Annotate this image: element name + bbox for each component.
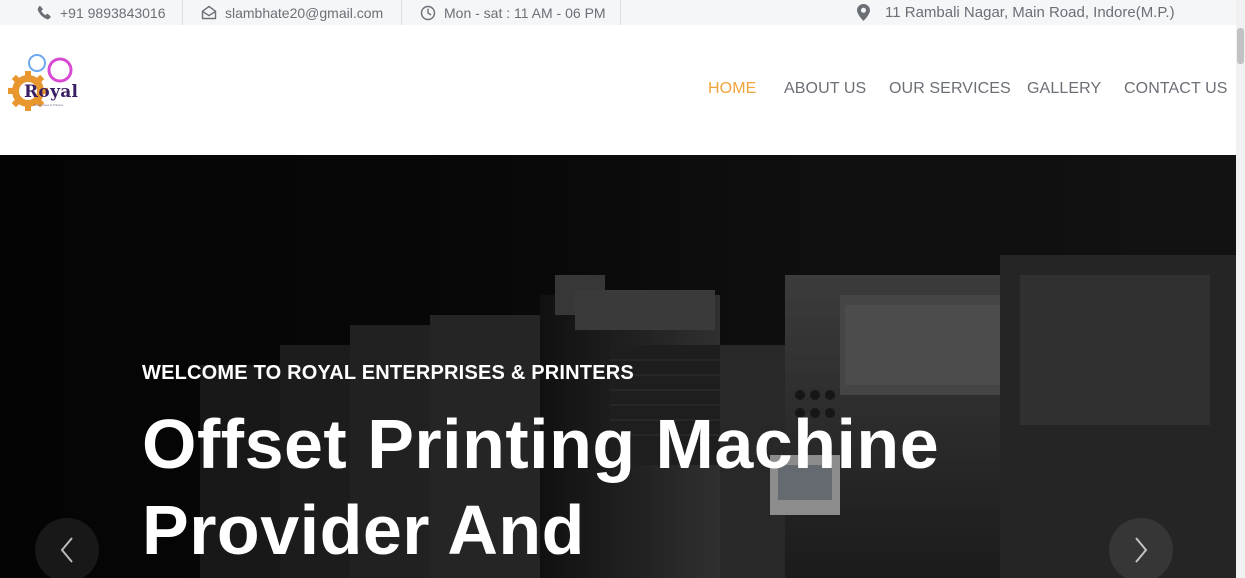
phone-number: +91 9893843016	[60, 4, 166, 21]
phone-contact[interactable]: +91 9893843016	[37, 0, 166, 25]
email-address: slambhate20@gmail.com	[225, 4, 384, 21]
hours-text: Mon - sat : 11 AM - 06 PM	[444, 4, 606, 21]
hero-slider: WELCOME TO ROYAL ENTERPRISES & PRINTERS …	[0, 155, 1236, 578]
nav-our-services[interactable]: OUR SERVICES	[889, 80, 1011, 100]
scrollbar-thumb[interactable]	[1237, 28, 1244, 64]
site-header: Royal Enterprises & Printers HOME ABOUT …	[0, 25, 1236, 155]
email-contact[interactable]: slambhate20@gmail.com	[201, 0, 383, 25]
address-text: 11 Rambali Nagar, Main Road, Indore(M.P.…	[885, 4, 1175, 21]
page-scrollbar[interactable]	[1236, 0, 1245, 578]
topbar-divider	[182, 0, 183, 25]
slider-prev-button[interactable]	[35, 518, 99, 578]
nav-about-us[interactable]: ABOUT US	[784, 80, 866, 100]
top-info-bar: +91 9893843016 slambhate20@gmail.com Mon…	[0, 0, 1236, 25]
logo-tagline: Enterprises & Printers	[34, 103, 64, 107]
phone-icon	[37, 5, 51, 20]
hero-title-line-2: Provider And	[142, 491, 585, 569]
topbar-divider	[401, 0, 402, 25]
business-hours: Mon - sat : 11 AM - 06 PM	[420, 0, 606, 25]
hero-kicker: WELCOME TO ROYAL ENTERPRISES & PRINTERS	[142, 362, 634, 384]
hero-title-line-1: Offset Printing Machine	[142, 405, 940, 483]
nav-contact-us[interactable]: CONTACT US	[1124, 80, 1228, 100]
envelope-icon	[201, 5, 217, 20]
nav-gallery[interactable]: GALLERY	[1027, 80, 1101, 100]
clock-icon	[420, 5, 436, 20]
address-contact[interactable]: 11 Rambali Nagar, Main Road, Indore(M.P.…	[857, 0, 1175, 25]
brand-logo[interactable]: Royal Enterprises & Printers	[8, 53, 93, 115]
nav-home[interactable]: HOME	[708, 80, 756, 100]
topbar-divider	[620, 0, 621, 25]
logo-text: Royal	[24, 82, 79, 102]
map-pin-icon	[857, 4, 870, 21]
slider-next-button[interactable]	[1109, 518, 1173, 578]
chevron-right-icon	[1135, 537, 1148, 563]
chevron-left-icon	[60, 537, 73, 563]
